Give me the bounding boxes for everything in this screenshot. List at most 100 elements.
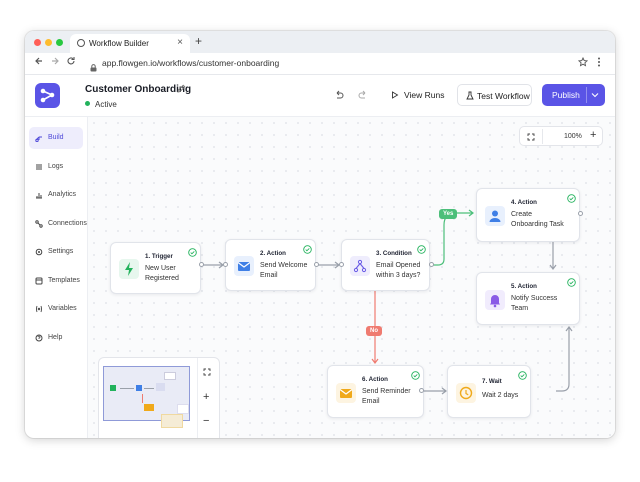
edge-yes [432, 212, 472, 266]
node-output-port[interactable] [199, 262, 204, 267]
sidebar-item-label: Build [48, 134, 64, 141]
check-circle-icon [518, 371, 527, 380]
node-description-line1: Send Welcome [260, 262, 308, 269]
browser-tab[interactable]: Workflow Builder × [70, 34, 190, 53]
minimap-zoom-in-button[interactable]: + [203, 391, 209, 403]
node-icon-box [119, 259, 139, 279]
zoom-in-button[interactable]: + [590, 129, 596, 141]
view-runs-label: View Runs [404, 90, 445, 100]
workflow-node[interactable]: 3. Condition Email Opened within 3 days? [341, 239, 430, 291]
branch-icon [353, 259, 367, 273]
sidebar-item-analytics[interactable]: Analytics [29, 184, 83, 206]
node-title: 6. Action [362, 376, 388, 383]
check-circle-icon [567, 194, 576, 203]
sidebar-item-label: Help [48, 334, 63, 341]
node-icon-box [234, 256, 254, 276]
minimap[interactable]: + − [98, 357, 220, 438]
clock-icon [459, 386, 473, 400]
node-description-line1: Notify Success [511, 295, 558, 302]
publish-button[interactable]: Publish [542, 84, 605, 106]
workflow-name: Customer Onboarding [85, 84, 192, 95]
node-description-line1: Send Reminder [362, 388, 411, 395]
play-icon [392, 91, 399, 99]
zoom-toolbar: 100% + [519, 126, 603, 146]
redo-button[interactable] [353, 84, 373, 106]
variables-icon [36, 305, 42, 313]
node-output-port[interactable] [314, 262, 319, 267]
edit-name-icon[interactable] [177, 84, 186, 95]
workflow-node[interactable]: 6. Action Send Reminder Email [327, 365, 424, 418]
logs-icon [36, 164, 42, 170]
expand-minimap-icon[interactable] [203, 368, 211, 376]
workflow-logo-icon [40, 88, 55, 103]
node-title: 4. Action [511, 199, 537, 206]
tab-title: Workflow Builder [89, 39, 149, 48]
node-description-line1: Email Opened [376, 262, 421, 269]
workflow-node[interactable]: 2. Action Send Welcome Email [225, 239, 316, 291]
check-circle-icon [411, 371, 420, 380]
app-logo[interactable] [35, 83, 60, 108]
minimize-window-button[interactable] [45, 39, 52, 46]
workflow-node[interactable]: 5. Action Notify Success Team [476, 272, 580, 325]
sidebar-item-label: Logs [48, 163, 64, 170]
chevron-down-icon[interactable] [591, 92, 599, 98]
node-description-line1: Wait 2 days [482, 392, 519, 399]
undo-button[interactable] [329, 84, 349, 106]
workflow-node[interactable]: 4. Action Create Onboarding Task [476, 188, 580, 242]
sidebar-item-connections[interactable]: Connections [29, 213, 87, 235]
workflow-node[interactable]: 1. Trigger New User Registered [110, 242, 201, 294]
test-workflow-button[interactable]: Test Workflow [457, 84, 532, 106]
view-runs-button[interactable]: View Runs [381, 84, 449, 106]
url-field[interactable]: app.flowgen.io/workflows/customer-onboar… [102, 58, 279, 68]
more-menu-icon[interactable] [597, 57, 601, 70]
bookmark-icon[interactable] [577, 56, 589, 70]
sidebar-item-templates[interactable]: Templates [29, 270, 83, 292]
lock-icon [90, 59, 97, 72]
sidebar-item-settings[interactable]: Settings [29, 241, 83, 263]
close-tab-icon[interactable]: × [177, 37, 183, 48]
reload-icon[interactable] [66, 56, 76, 69]
node-title: 3. Condition [376, 250, 412, 257]
minimap-zoom-out-button[interactable]: − [203, 415, 209, 427]
close-window-button[interactable] [34, 39, 41, 46]
node-title: 5. Action [511, 283, 537, 290]
maximize-window-button[interactable] [56, 39, 63, 46]
node-output-port[interactable] [578, 211, 583, 216]
flask-icon [466, 91, 474, 100]
node-input-port[interactable] [223, 262, 228, 267]
forward-icon[interactable] [50, 56, 60, 69]
sidebar-item-help[interactable]: Help [29, 327, 83, 349]
sidebar-item-variables[interactable]: Variables [29, 298, 83, 320]
workflow-node[interactable]: 7. Wait Wait 2 days [447, 365, 531, 418]
sidebar-item-logs[interactable]: Logs [29, 156, 83, 178]
workflow-status: Active [85, 100, 117, 109]
node-description-line1: New User [145, 265, 176, 272]
redo-icon [358, 90, 366, 99]
node-output-port[interactable] [429, 262, 434, 267]
back-icon[interactable] [34, 56, 44, 69]
settings-icon [35, 248, 43, 256]
help-icon [35, 334, 43, 342]
node-icon-box [485, 290, 505, 310]
node-description-line2: Email [260, 272, 278, 279]
node-output-port[interactable] [419, 388, 424, 393]
sidebar-item-label: Analytics [48, 191, 77, 198]
publish-label: Publish [552, 90, 580, 100]
browser-window: Workflow Builder × + app.flowgen.io/work… [25, 31, 615, 438]
node-title: 1. Trigger [145, 253, 173, 260]
browser-tab-bar: Workflow Builder × + [25, 31, 615, 53]
sidebar-item-build[interactable]: Build [29, 127, 83, 149]
mail-icon [237, 262, 251, 271]
new-tab-button[interactable]: + [195, 34, 202, 48]
node-input-port[interactable] [339, 262, 344, 267]
sidebar: Build Logs Analytics Connections Settings Tem… [25, 117, 88, 438]
bell-icon [490, 295, 500, 308]
check-circle-icon [188, 248, 197, 257]
fit-view-icon[interactable] [527, 133, 535, 141]
app-header: Customer Onboarding Active View Runs Tes… [25, 75, 615, 117]
sidebar-item-label: Connections [48, 220, 87, 227]
node-title: 2. Action [260, 250, 286, 257]
edge-wait-to-notify [556, 328, 570, 392]
node-icon-box [485, 206, 505, 226]
mail-icon [339, 389, 353, 398]
